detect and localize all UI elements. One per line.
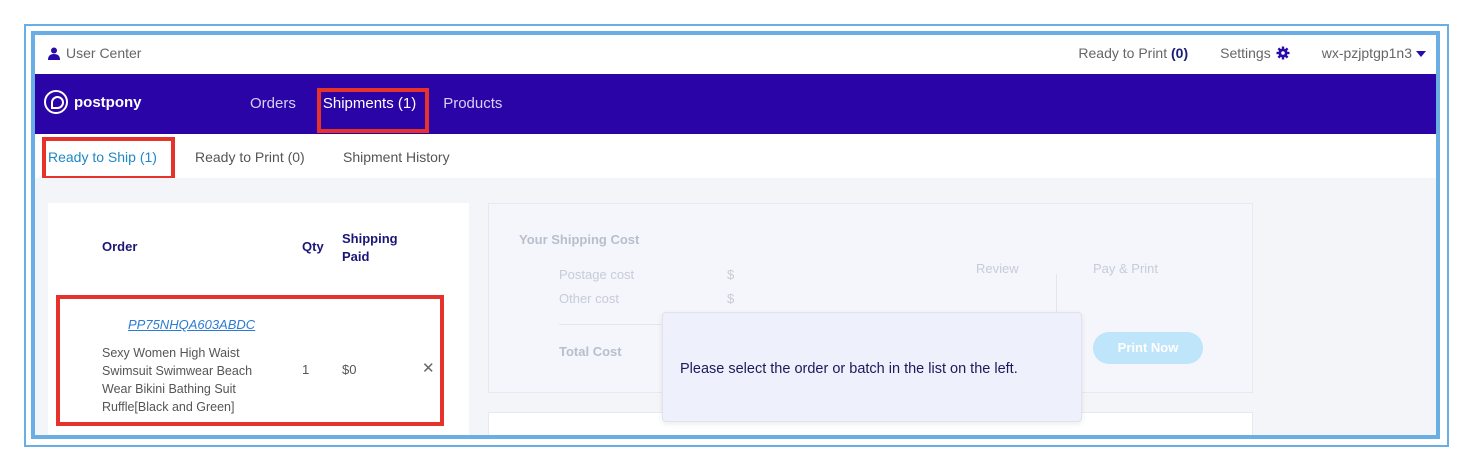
tab-shipment-history[interactable]: Shipment History — [343, 149, 450, 165]
main-navbar: postpony Orders Shipments (1) Products — [35, 74, 1436, 134]
print-now-button[interactable]: Print Now — [1093, 332, 1203, 364]
postage-cost-value: $ — [727, 267, 735, 282]
other-cost-value: $ — [727, 291, 735, 306]
settings-label: Settings — [1220, 45, 1271, 61]
tab-ready-to-print[interactable]: Ready to Print (0) — [195, 149, 305, 165]
other-cost-label: Other cost — [559, 291, 619, 306]
settings-link[interactable]: Settings — [1220, 45, 1290, 61]
logo-icon — [44, 90, 68, 114]
highlight-box-order-row — [56, 295, 444, 426]
brand-name: postpony — [74, 93, 142, 111]
divider — [559, 324, 669, 325]
chevron-down-icon — [1416, 51, 1426, 58]
account-dropdown[interactable]: wx-pzjptgp1n3 — [1322, 45, 1426, 61]
user-center-label: User Center — [66, 45, 142, 61]
user-center-link[interactable]: User Center — [48, 45, 141, 61]
top-bar: User Center Ready to Print (0) Settings … — [35, 35, 1436, 74]
nav-item-orders[interactable]: Orders — [250, 95, 296, 112]
ready-to-print-count: (0) — [1171, 45, 1189, 61]
account-name: wx-pzjptgp1n3 — [1321, 45, 1412, 61]
gear-icon — [1276, 46, 1290, 60]
shipping-cost-title: Your Shipping Cost — [519, 232, 640, 247]
nav-item-products[interactable]: Products — [443, 95, 502, 112]
subtab-bar: Ready to Ship (1) Ready to Print (0) Shi… — [35, 134, 1436, 180]
column-header-order: Order — [102, 239, 138, 254]
user-icon — [48, 47, 60, 60]
postage-cost-label: Postage cost — [559, 267, 635, 282]
ready-to-print-label: Ready to Print — [1078, 45, 1168, 61]
ready-to-print-link[interactable]: Ready to Print (0) — [1078, 45, 1188, 61]
review-label: Review — [976, 261, 1019, 276]
pay-print-label: Pay & Print — [1093, 261, 1159, 276]
orders-panel: Order Qty Shipping Paid PP75NHQA603ABDC … — [48, 203, 469, 435]
brand-logo[interactable]: postpony — [44, 90, 142, 114]
total-cost-label: Total Cost — [559, 344, 622, 359]
column-header-shipping-paid: Shipping Paid — [342, 231, 398, 264]
app-window: User Center Ready to Print (0) Settings … — [31, 31, 1440, 439]
selection-hint-tooltip: Please select the order or batch in the … — [662, 312, 1082, 422]
column-header-qty: Qty — [302, 239, 324, 254]
highlight-box-ready-to-ship — [42, 137, 175, 180]
highlight-box-shipments — [317, 88, 429, 133]
